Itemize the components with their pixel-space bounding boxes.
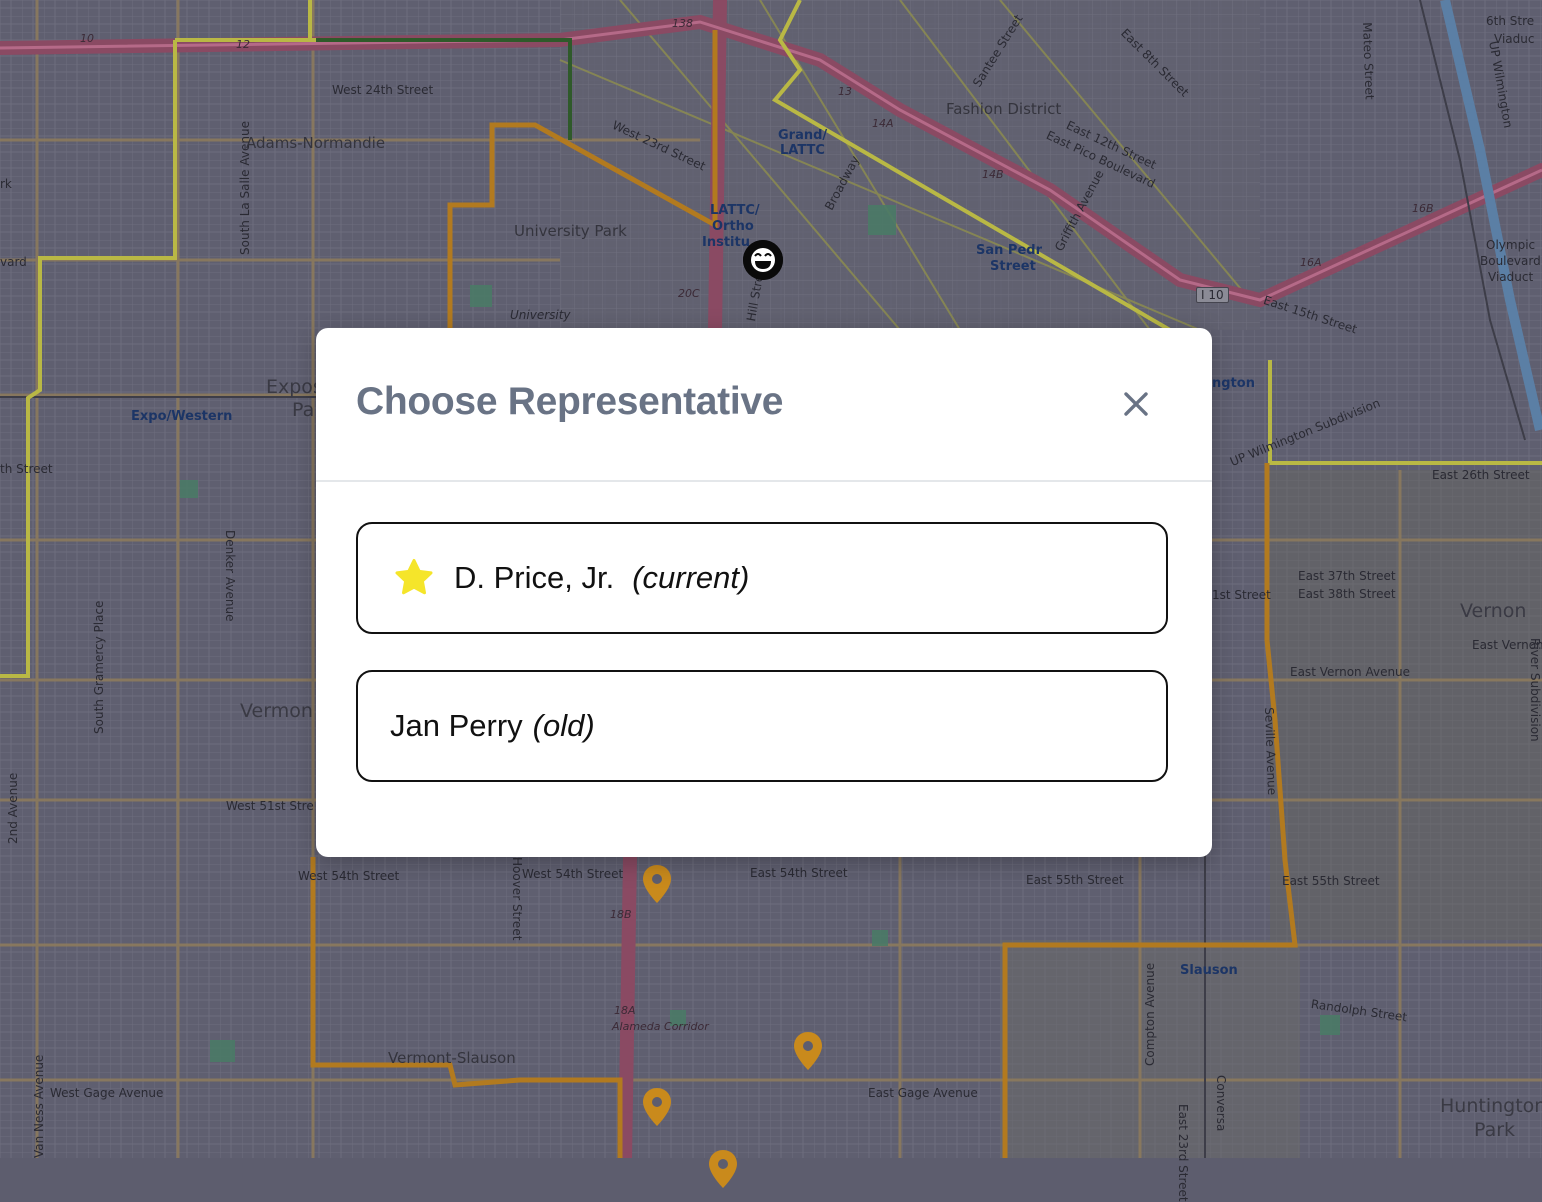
star-icon	[395, 559, 433, 595]
map-pin-icon[interactable]	[791, 1030, 825, 1072]
representative-status: (old)	[532, 708, 595, 743]
representative-status: (current)	[632, 560, 750, 595]
representative-name: Jan Perry	[390, 708, 523, 743]
smiley-face-icon[interactable]	[743, 240, 783, 280]
close-icon	[1124, 392, 1148, 416]
modal-title: Choose Representative	[356, 380, 784, 423]
representative-option-current[interactable]: D. Price, Jr. (current)	[356, 522, 1168, 634]
map-pin-icon[interactable]	[640, 863, 674, 905]
map-pin-icon[interactable]	[640, 1086, 674, 1128]
representative-option-old[interactable]: Jan Perry (old)	[356, 670, 1168, 782]
close-button[interactable]	[1116, 384, 1156, 424]
modal-header: Choose Representative	[316, 328, 1212, 482]
map-pin-icon[interactable]	[706, 1148, 740, 1190]
representative-name: D. Price, Jr.	[454, 560, 615, 595]
choose-representative-modal: Choose Representative D. Price, Jr. (cur…	[316, 328, 1212, 857]
